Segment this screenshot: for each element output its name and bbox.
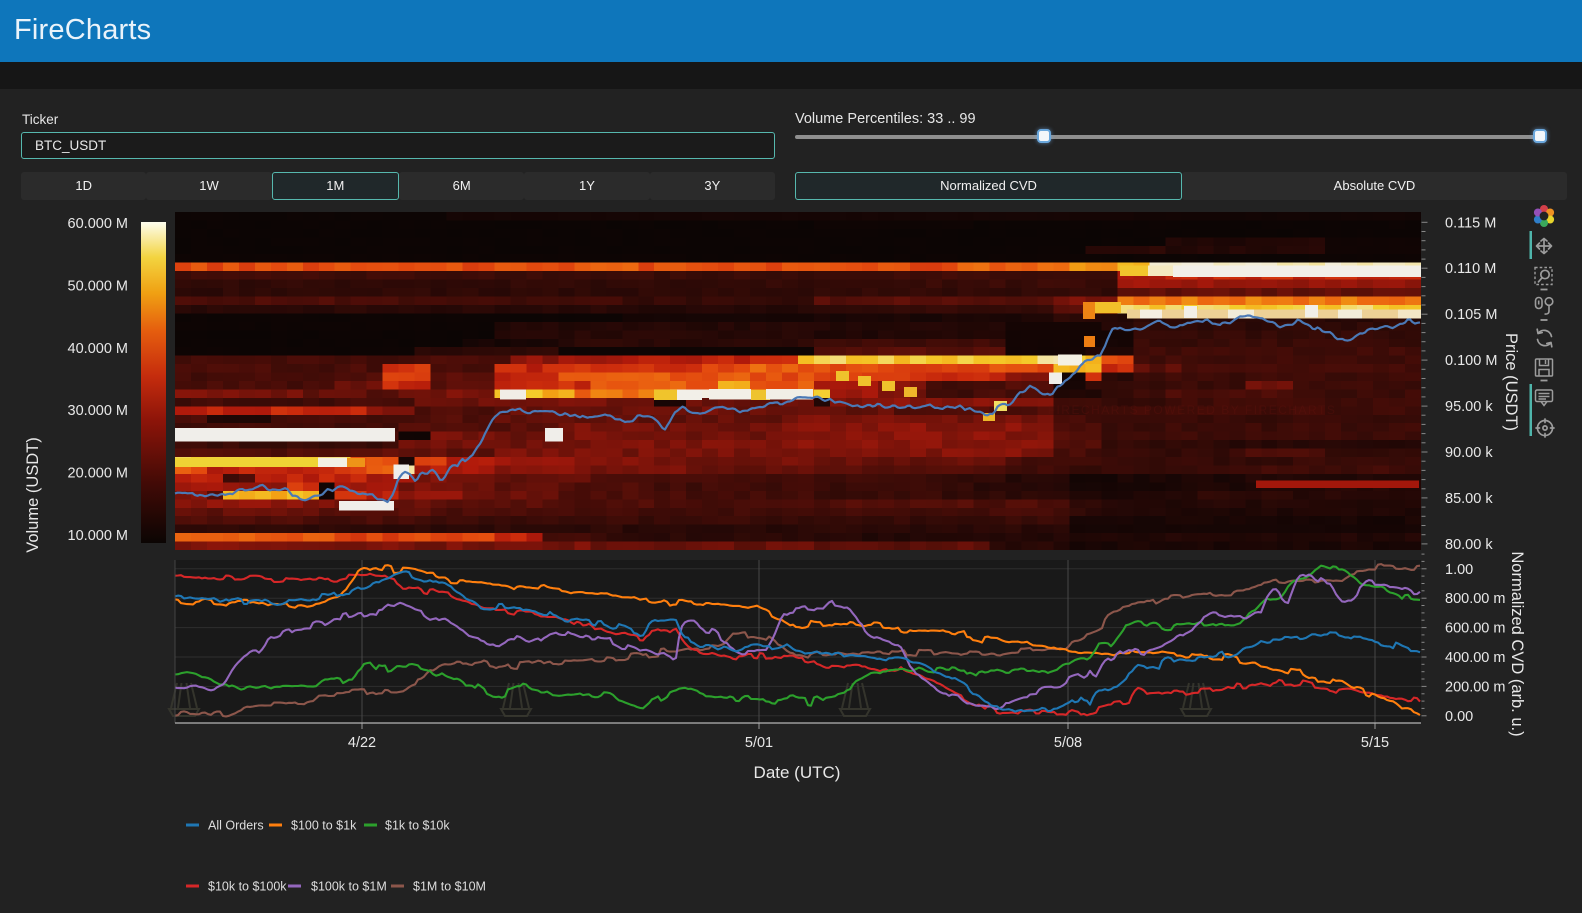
svg-text:$10k to $100k: $10k to $100k <box>208 880 287 894</box>
svg-text:Price (USDT): Price (USDT) <box>1502 333 1520 431</box>
svg-text:80.00 k: 80.00 k <box>1445 537 1493 553</box>
svg-text:30.000 M: 30.000 M <box>68 403 128 419</box>
svg-text:4/22: 4/22 <box>348 735 376 751</box>
svg-text:0.105 M: 0.105 M <box>1445 307 1497 323</box>
svg-text:$100 to $1k: $100 to $1k <box>291 819 357 833</box>
svg-text:0.115 M: 0.115 M <box>1445 215 1496 231</box>
svg-text:800.00 m: 800.00 m <box>1445 591 1505 607</box>
svg-text:0.00: 0.00 <box>1445 709 1473 725</box>
svg-text:Normalized CVD (arb. u.): Normalized CVD (arb. u.) <box>1508 551 1526 736</box>
svg-text:Date (UTC): Date (UTC) <box>754 763 841 782</box>
svg-text:10.000 M: 10.000 M <box>68 528 128 544</box>
svg-text:$1k to $10k: $1k to $10k <box>385 819 450 833</box>
svg-text:50.000 M: 50.000 M <box>68 278 128 294</box>
svg-text:40.000 M: 40.000 M <box>68 341 128 357</box>
svg-text:5/15: 5/15 <box>1361 735 1389 751</box>
svg-text:All Orders: All Orders <box>208 819 264 833</box>
svg-text:0.100 M: 0.100 M <box>1445 353 1497 369</box>
svg-text:$1M to $10M: $1M to $10M <box>413 880 486 894</box>
svg-text:0.110 M: 0.110 M <box>1445 261 1496 277</box>
svg-text:5/08: 5/08 <box>1054 735 1082 751</box>
svg-text:5/01: 5/01 <box>745 735 773 751</box>
svg-text:200.00 m: 200.00 m <box>1445 679 1505 695</box>
svg-text:85.00 k: 85.00 k <box>1445 491 1493 507</box>
svg-text:FIRECHARTS POWERED BY FIRECHAR: FIRECHARTS POWERED BY FIRECHARTS <box>1048 403 1337 417</box>
svg-text:400.00 m: 400.00 m <box>1445 650 1505 666</box>
svg-text:90.00 k: 90.00 k <box>1445 445 1493 461</box>
svg-text:600.00 m: 600.00 m <box>1445 621 1505 637</box>
svg-text:1.00: 1.00 <box>1445 562 1473 578</box>
svg-text:Volume (USDT): Volume (USDT) <box>24 437 42 553</box>
svg-text:20.000 M: 20.000 M <box>68 466 128 482</box>
svg-text:60.000 M: 60.000 M <box>68 216 128 232</box>
svg-text:$100k to $1M: $100k to $1M <box>311 880 387 894</box>
svg-text:95.00 k: 95.00 k <box>1445 399 1493 415</box>
